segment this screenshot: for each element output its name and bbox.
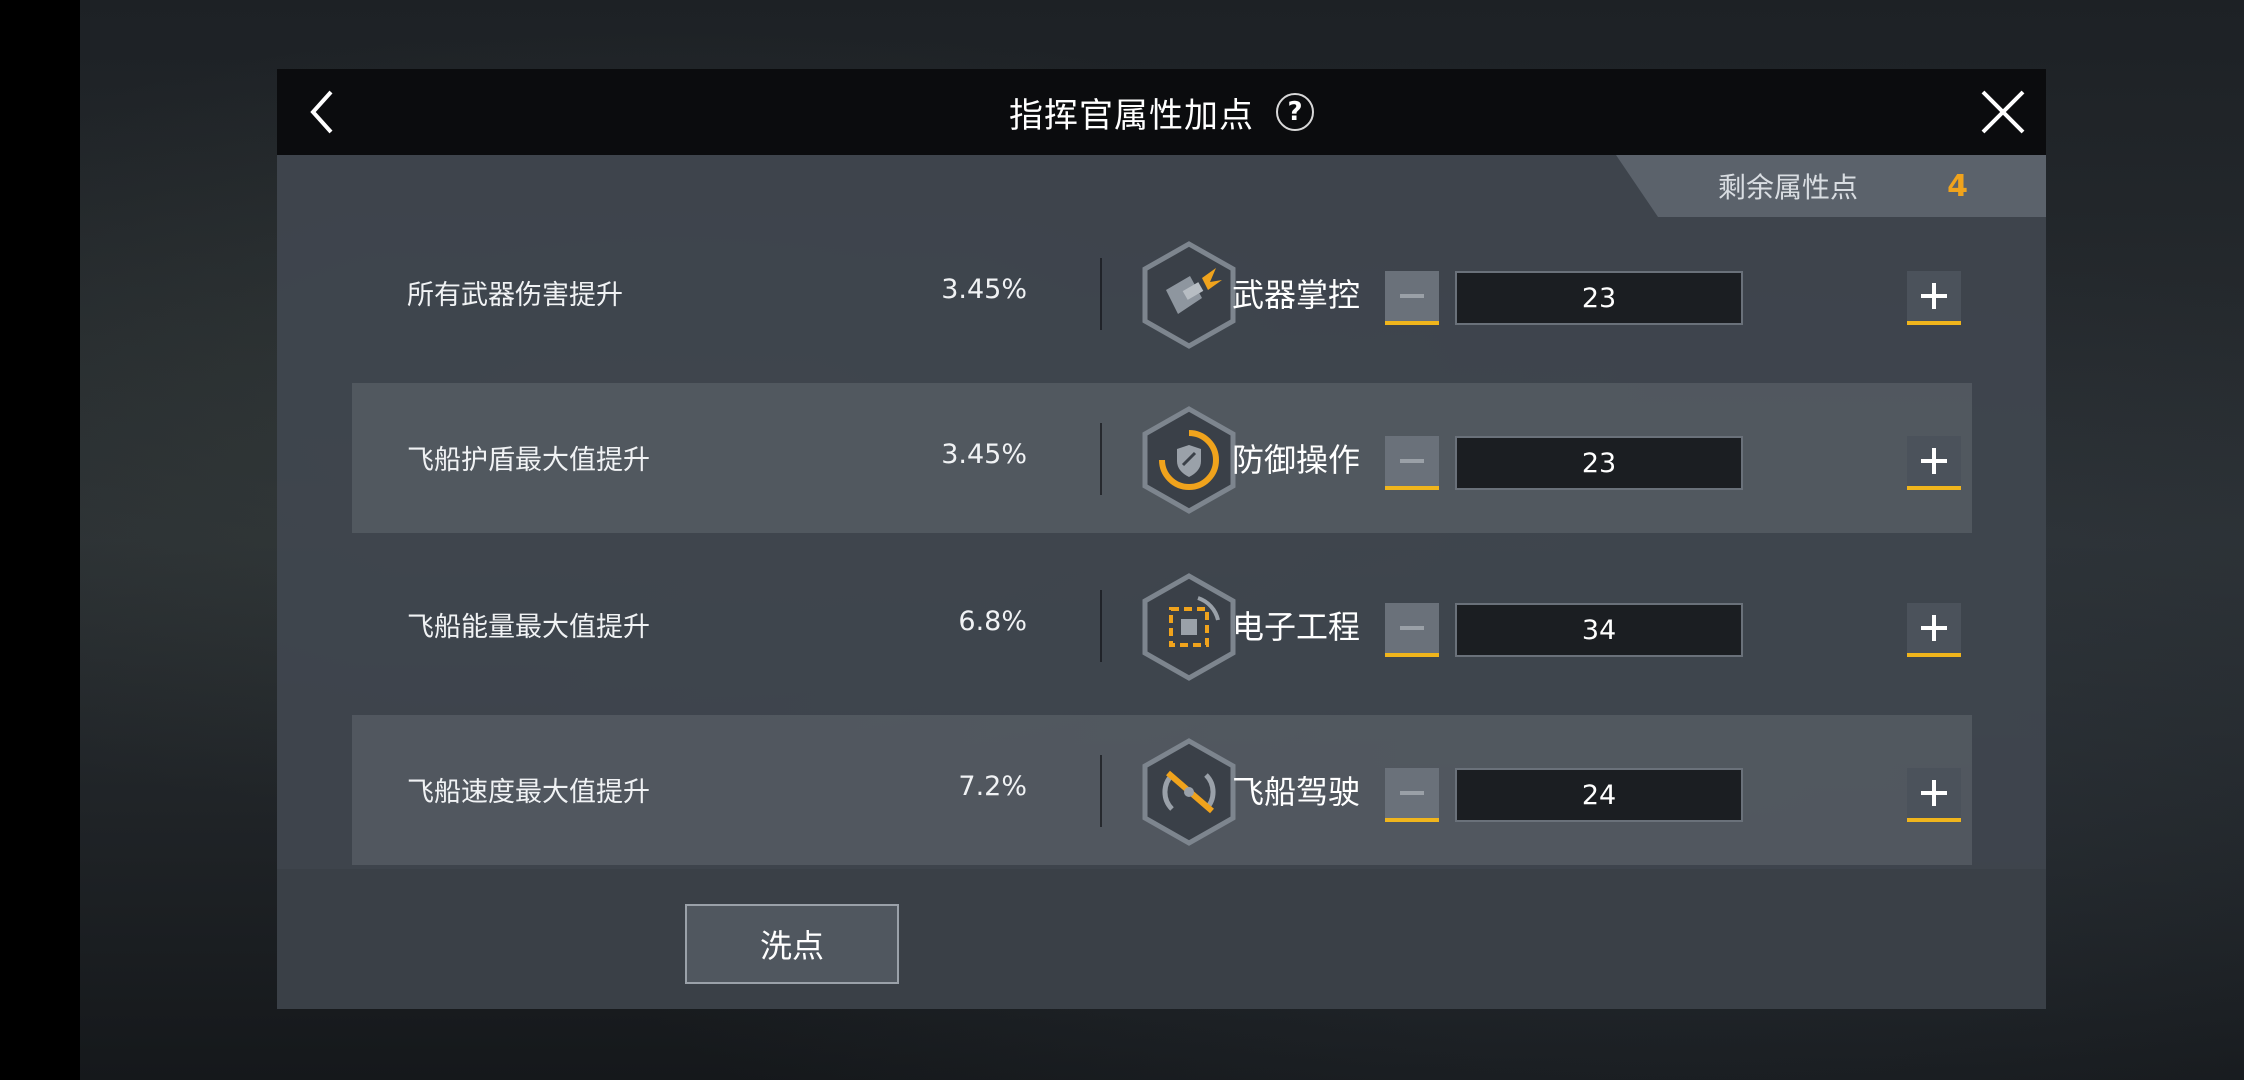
decrease-button[interactable] (1385, 271, 1439, 325)
remaining-points-label: 剩余属性点 (1718, 171, 1859, 204)
points-field: 23 (1455, 436, 1743, 490)
divider (1100, 755, 1102, 827)
plus-icon (1921, 780, 1947, 806)
attribute-name: 电子工程 (1232, 608, 1361, 646)
remaining-points-tab: 剩余属性点 4 (1616, 155, 2046, 217)
decrease-button[interactable] (1385, 603, 1439, 657)
panel-header: 指挥官属性加点 ? (277, 69, 2046, 155)
stat-name: 飞船护盾最大值提升 (407, 445, 650, 476)
points-field: 24 (1455, 768, 1743, 822)
question-icon: ? (1287, 97, 1303, 127)
footer-area (277, 869, 2046, 1009)
plus-icon (1921, 283, 1947, 309)
close-button[interactable] (1976, 85, 2030, 139)
increase-button[interactable] (1907, 436, 1961, 490)
plus-icon (1921, 615, 1947, 641)
remaining-points-value: 4 (1947, 168, 1968, 204)
reset-points-button[interactable]: 洗点 (685, 904, 899, 984)
stat-value: 3.45% (941, 439, 1027, 470)
weapon-mastery-icon (1142, 241, 1236, 349)
stat-value: 3.45% (941, 274, 1027, 305)
attribute-name: 防御操作 (1232, 441, 1361, 479)
increase-button[interactable] (1907, 603, 1961, 657)
piloting-icon (1142, 738, 1236, 846)
attribute-row-piloting: 飞船速度最大值提升 7.2% 飞船驾驶 24 (352, 715, 1972, 865)
shield-operation-icon (1142, 406, 1236, 514)
page-title: 指挥官属性加点 (1009, 95, 1254, 136)
decrease-button[interactable] (1385, 768, 1439, 822)
points-field: 23 (1455, 271, 1743, 325)
increase-button[interactable] (1907, 768, 1961, 822)
stat-name: 飞船速度最大值提升 (407, 777, 650, 808)
minus-icon (1400, 626, 1424, 630)
points-field: 34 (1455, 603, 1743, 657)
stat-name: 飞船能量最大值提升 (407, 612, 650, 643)
electronics-icon (1142, 573, 1236, 681)
attribute-panel: 指挥官属性加点 ? 剩余属性点 4 所有武器伤害提升 3.45% 武器掌控 23… (277, 69, 2046, 1009)
stat-name: 所有武器伤害提升 (407, 280, 623, 311)
attribute-row-weapon: 所有武器伤害提升 3.45% 武器掌控 23 (352, 218, 1972, 368)
divider (1100, 423, 1102, 495)
attribute-row-electronics: 飞船能量最大值提升 6.8% 电子工程 34 (352, 550, 1972, 700)
minus-icon (1400, 459, 1424, 463)
decrease-button[interactable] (1385, 436, 1439, 490)
plus-icon (1921, 448, 1947, 474)
attribute-row-defense: 飞船护盾最大值提升 3.45% 防御操作 23 (352, 383, 1972, 533)
attribute-name: 飞船驾驶 (1232, 773, 1361, 811)
increase-button[interactable] (1907, 271, 1961, 325)
divider (1100, 590, 1102, 662)
title-group: 指挥官属性加点 ? (277, 69, 2046, 155)
screen-edge (0, 0, 80, 1080)
minus-icon (1400, 294, 1424, 298)
help-button[interactable]: ? (1276, 93, 1314, 131)
minus-icon (1400, 791, 1424, 795)
stat-value: 6.8% (958, 606, 1027, 637)
stat-value: 7.2% (958, 771, 1027, 802)
divider (1100, 258, 1102, 330)
close-icon (1981, 90, 2025, 134)
game-screen: 指挥官属性加点 ? 剩余属性点 4 所有武器伤害提升 3.45% 武器掌控 23… (0, 0, 2244, 1080)
attribute-name: 武器掌控 (1232, 276, 1361, 314)
